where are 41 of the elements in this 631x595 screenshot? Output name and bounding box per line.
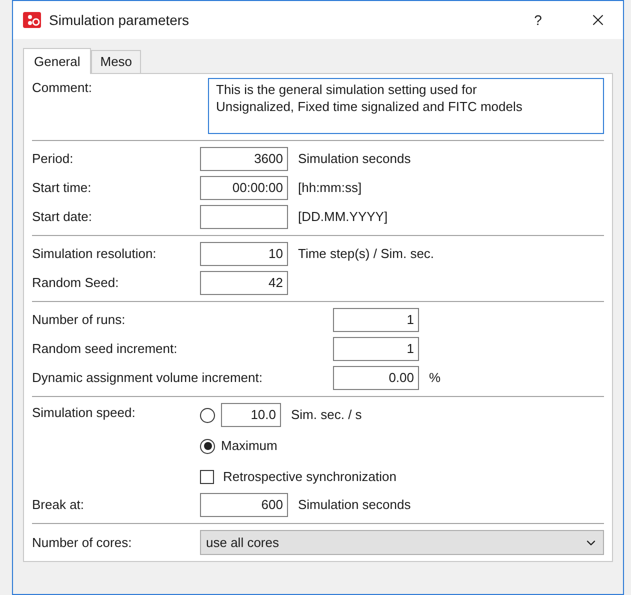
- field-label: Random seed increment:: [32, 340, 178, 358]
- number-field[interactable]: 0.00: [333, 366, 419, 390]
- number-field[interactable]: 3600: [200, 147, 288, 171]
- field-label: Comment:: [32, 79, 93, 97]
- field-label: Start date:: [32, 208, 93, 226]
- radio-label: Maximum: [221, 437, 278, 456]
- radio-button[interactable]: [200, 438, 215, 454]
- help-button[interactable]: ?: [523, 10, 553, 30]
- field-label: Start time:: [32, 179, 92, 198]
- app-icon: [23, 12, 41, 28]
- field-label: Dynamic assignment volume increment:: [32, 369, 264, 388]
- unit-label: [DD.MM.YYYY]: [298, 208, 388, 226]
- number-field[interactable]: 1: [333, 308, 419, 332]
- number-field[interactable]: 10: [200, 242, 288, 266]
- comment-field[interactable]: This is the general simulation setting used for Unsignalized, Fixed time signalized and FITC models: [208, 78, 604, 134]
- number-field[interactable]: 42: [200, 271, 288, 295]
- number-field[interactable]: [200, 205, 288, 229]
- unit-label: %: [429, 369, 441, 388]
- cores-dropdown[interactable]: use all cores: [200, 530, 604, 555]
- field-label: Simulation resolution:: [32, 245, 158, 264]
- checkbox[interactable]: [200, 470, 214, 484]
- unit-label: Simulation seconds: [298, 496, 411, 514]
- tab[interactable]: Meso: [91, 50, 142, 73]
- unit-label: [hh:mm:ss]: [298, 179, 362, 198]
- checkbox-label: Retrospective synchronization: [223, 468, 396, 486]
- number-field[interactable]: 1: [333, 337, 419, 361]
- radio-button[interactable]: [200, 408, 215, 422]
- number-field[interactable]: 10.0: [221, 403, 281, 427]
- field-label: Period:: [32, 150, 74, 168]
- field-label: Number of cores:: [32, 534, 133, 552]
- unit-label: Sim. sec. / s: [291, 406, 362, 424]
- field-label: Random Seed:: [32, 274, 120, 292]
- number-field[interactable]: 00:00:00: [200, 176, 288, 200]
- window-title: Simulation parameters: [49, 10, 190, 30]
- field-label: Simulation speed:: [32, 404, 136, 422]
- unit-label: Time step(s) / Sim. sec.: [298, 245, 434, 264]
- tab[interactable]: General: [23, 48, 92, 74]
- number-field[interactable]: 600: [200, 493, 288, 517]
- field-label: Break at:: [32, 496, 86, 514]
- field-label: Number of runs:: [32, 311, 126, 330]
- unit-label: Simulation seconds: [298, 150, 411, 168]
